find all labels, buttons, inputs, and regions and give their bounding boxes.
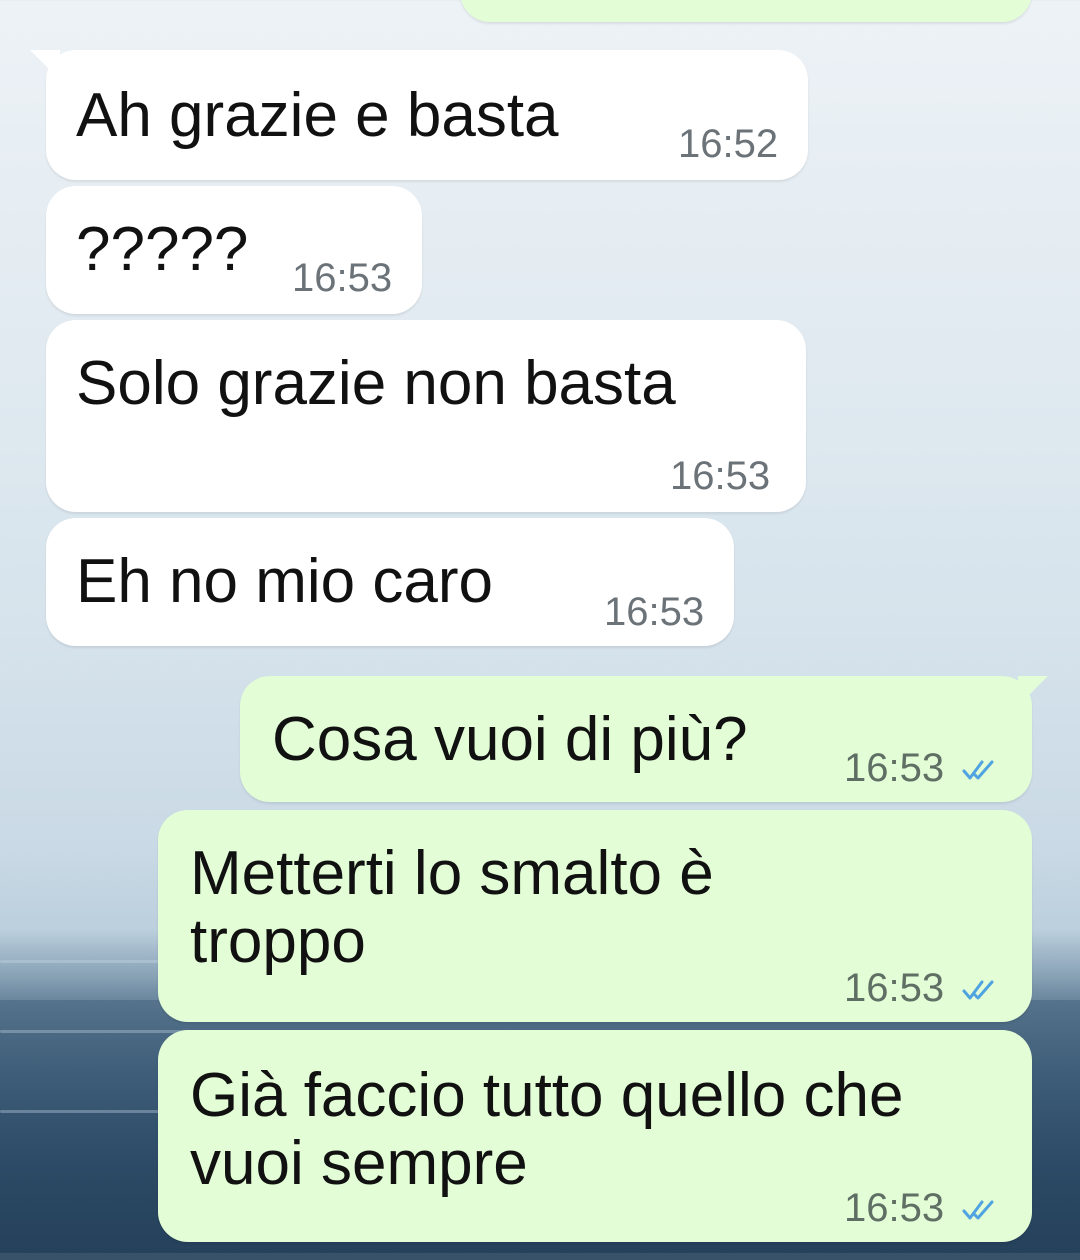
bubble-tail — [30, 50, 60, 80]
message-timestamp: 16:53 — [844, 966, 945, 1010]
message-timestamp: 16:53 — [844, 1186, 945, 1230]
message-text: Eh no mio caro — [76, 547, 493, 616]
double-check-icon — [962, 980, 994, 1000]
message-bubble-outgoing[interactable]: Già faccio tutto quello che vuoi sempre … — [158, 1030, 1032, 1242]
message-bubble-outgoing-partial[interactable] — [460, 0, 1032, 22]
double-check-icon — [962, 760, 994, 780]
message-bubble-incoming[interactable]: Eh no mio caro 16:53 — [46, 518, 734, 646]
message-timestamp: 16:53 — [292, 256, 393, 300]
message-text: Cosa vuoi di più? — [272, 705, 748, 774]
message-timestamp: 16:52 — [678, 122, 779, 166]
message-timestamp: 16:53 — [844, 746, 945, 790]
message-text: Solo grazie non basta — [76, 349, 676, 418]
double-check-icon — [962, 1200, 994, 1220]
message-bubble-incoming[interactable]: Solo grazie non basta 16:53 — [46, 320, 806, 512]
message-timestamp: 16:53 — [670, 454, 771, 498]
message-text: ????? — [76, 215, 249, 284]
message-text: Già faccio tutto quello che vuoi sempre — [190, 1061, 904, 1198]
message-timestamp: 16:53 — [604, 590, 705, 634]
message-bubble-outgoing[interactable]: Cosa vuoi di più? 16:53 — [240, 676, 1048, 802]
message-bubble-incoming[interactable]: ????? 16:53 — [46, 186, 422, 314]
bubble-tail — [1018, 676, 1048, 706]
message-bubble-incoming[interactable]: Ah grazie e basta 16:52 — [30, 50, 808, 180]
message-text: Ah grazie e basta — [76, 81, 559, 150]
message-text: Metterti lo smalto è troppo — [190, 839, 714, 976]
message-bubble-outgoing[interactable]: Metterti lo smalto è troppo 16:53 — [158, 810, 1032, 1022]
